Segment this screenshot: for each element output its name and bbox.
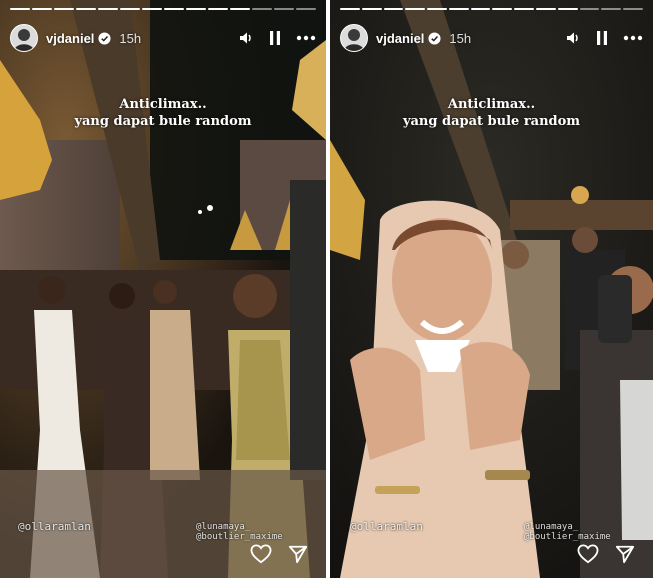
post-time: 15h — [449, 30, 472, 46]
story-panel-right[interactable]: vjdaniel 15h Anticlimax.. yang dapat bul… — [330, 0, 653, 578]
caption-line-1: Anticlimax.. — [447, 97, 536, 112]
avatar[interactable] — [10, 24, 38, 52]
mention-tag[interactable]: @lunamaya_ @boutlier_maxime — [196, 522, 326, 542]
mention-tag[interactable]: @ollaramlan — [18, 520, 91, 533]
story-caption: Anticlimax.. yang dapat bule random — [0, 96, 326, 130]
caption-line-2: yang dapat bule random — [74, 114, 252, 129]
story-header: vjdaniel 15h — [10, 22, 316, 54]
story-header: vjdaniel 15h — [340, 22, 643, 54]
pause-icon[interactable] — [268, 30, 282, 46]
story-caption: Anticlimax.. yang dapat bule random — [330, 96, 653, 130]
heart-icon[interactable] — [250, 544, 272, 564]
mention-tag[interactable]: @ollaramlan — [350, 520, 423, 533]
story-panel-left[interactable]: vjdaniel 15h Anticlimax.. yang dapat bul… — [0, 0, 326, 578]
story-photo-left — [0, 0, 326, 578]
story-actions — [577, 544, 635, 564]
volume-icon[interactable] — [238, 30, 254, 46]
more-icon[interactable] — [296, 35, 316, 41]
avatar[interactable] — [340, 24, 368, 52]
pause-icon[interactable] — [595, 30, 609, 46]
volume-icon[interactable] — [565, 30, 581, 46]
story-photo-right — [330, 0, 653, 578]
story-actions — [250, 544, 308, 564]
username[interactable]: vjdaniel — [376, 31, 424, 46]
story-progress-bar — [10, 8, 316, 10]
story-progress-bar — [340, 8, 643, 10]
username[interactable]: vjdaniel — [46, 31, 94, 46]
caption-line-2: yang dapat bule random — [402, 114, 581, 129]
heart-icon[interactable] — [577, 544, 599, 564]
send-icon[interactable] — [288, 544, 308, 564]
verified-badge-icon — [428, 31, 441, 45]
caption-line-1: Anticlimax.. — [119, 97, 207, 112]
more-icon[interactable] — [623, 35, 643, 41]
verified-badge-icon — [98, 31, 111, 45]
post-time: 15h — [119, 30, 142, 46]
mention-tag[interactable]: @lunamaya_ @boutlier_maxime — [524, 522, 653, 542]
send-icon[interactable] — [615, 544, 635, 564]
